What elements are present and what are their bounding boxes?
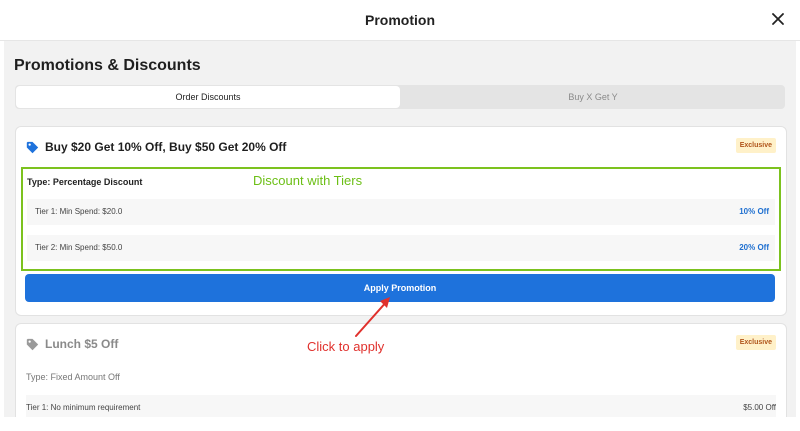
- annotation-arrow-icon: [355, 297, 390, 337]
- modal-header: Promotion: [0, 0, 800, 41]
- tab-order-discounts[interactable]: Order Discounts: [16, 86, 400, 108]
- modal-content: Promotions & Discounts Order Discounts B…: [4, 41, 796, 417]
- tab-bar: Order Discounts Buy X Get Y: [15, 85, 785, 109]
- tier-label: Tier 1: Min Spend: $20.0: [35, 207, 123, 216]
- close-icon[interactable]: [768, 9, 788, 29]
- modal-title: Promotion: [365, 12, 435, 28]
- annotation-tiers: Discount with Tiers: [253, 173, 363, 188]
- promotion-header: Lunch $5 Off: [26, 336, 118, 352]
- tier-label: Tier 2: Min Spend: $50.0: [35, 243, 123, 252]
- tier-row: Tier 1: Min Spend: $20.0 10% Off: [27, 199, 775, 225]
- tier-label: Tier 1: No minimum requirement: [26, 403, 141, 412]
- promotion-title: Buy $20 Get 10% Off, Buy $50 Get 20% Off: [45, 140, 287, 154]
- tab-buy-x-get-y[interactable]: Buy X Get Y: [401, 85, 785, 109]
- tier-value: 20% Off: [739, 243, 769, 252]
- tag-icon: [26, 338, 39, 350]
- promotion-card: Buy $20 Get 10% Off, Buy $50 Get 20% Off…: [15, 126, 787, 316]
- tier-value: $5.00 Off: [743, 403, 776, 412]
- tier-row: Tier 1: No minimum requirement $5.00 Off: [26, 395, 776, 417]
- tag-icon: [26, 141, 39, 153]
- page-title: Promotions & Discounts: [14, 57, 201, 74]
- promotion-title: Lunch $5 Off: [45, 337, 119, 351]
- tier-row: Tier 2: Min Spend: $50.0 20% Off: [27, 235, 775, 261]
- tier-value: 10% Off: [739, 207, 769, 216]
- tier-box: Type: Percentage Discount Discount with …: [21, 167, 781, 271]
- promotion-type: Type: Percentage Discount: [27, 177, 143, 187]
- exclusive-badge: Exclusive: [735, 138, 776, 153]
- promotion-header: Buy $20 Get 10% Off, Buy $50 Get 20% Off: [26, 139, 286, 155]
- exclusive-badge: Exclusive: [735, 335, 776, 350]
- promotion-type: Type: Fixed Amount Off: [26, 372, 120, 382]
